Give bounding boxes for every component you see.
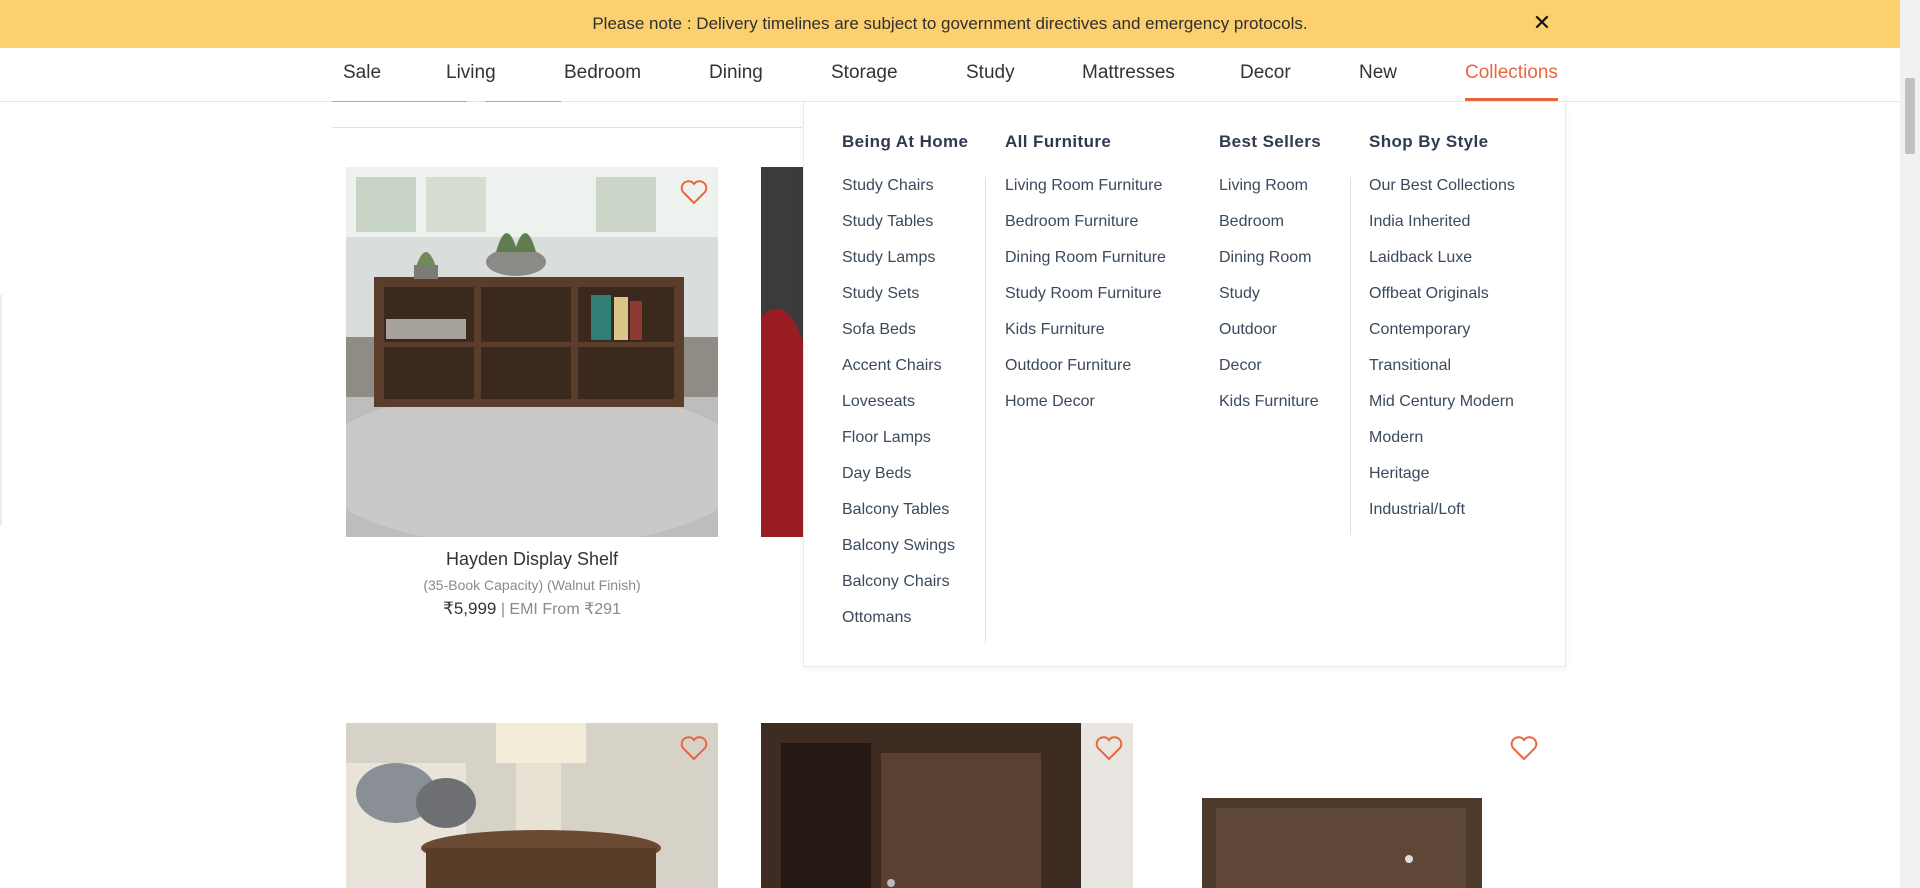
product-image[interactable] <box>761 723 1133 888</box>
menu-item[interactable]: Balcony Swings <box>842 536 968 572</box>
menu-column-title: Being At Home <box>842 132 969 151</box>
menu-item[interactable]: Study Sets <box>842 284 968 320</box>
product-subtitle: (35-Book Capacity) (Walnut Finish) <box>423 577 641 593</box>
nav-item-study[interactable]: Study <box>966 48 1015 101</box>
menu-item[interactable]: Outdoor <box>1219 320 1321 356</box>
menu-item[interactable]: Day Beds <box>842 464 968 500</box>
scrollbar-thumb[interactable] <box>1905 78 1915 154</box>
nav-item-bedroom[interactable]: Bedroom <box>564 48 641 101</box>
menu-item[interactable]: Floor Lamps <box>842 428 968 464</box>
menu-item[interactable]: Study Room Furniture <box>1005 284 1166 320</box>
menu-item[interactable]: Our Best Collections <box>1369 176 1515 212</box>
menu-item[interactable]: Living Room <box>1219 176 1321 212</box>
menu-list: Study Chairs Study Tables Study Lamps St… <box>842 176 968 644</box>
menu-item[interactable]: Transitional <box>1369 356 1515 392</box>
nav-item-living[interactable]: Living <box>446 48 496 101</box>
product-card[interactable] <box>1176 723 1548 888</box>
product-card[interactable] <box>346 723 718 888</box>
page-scrollbar[interactable] <box>1900 0 1920 888</box>
menu-item[interactable]: Bedroom Furniture <box>1005 212 1166 248</box>
menu-item[interactable]: Modern <box>1369 428 1515 464</box>
emi-text: | EMI From ₹291 <box>496 601 621 618</box>
menu-item[interactable]: Kids Furniture <box>1219 392 1321 428</box>
product-image[interactable] <box>1176 723 1548 888</box>
menu-list: Living Room Bedroom Dining Room Study Ou… <box>1219 176 1321 428</box>
price-value: ₹5,999 <box>443 599 497 618</box>
nav-item-storage[interactable]: Storage <box>831 48 898 101</box>
menu-item[interactable]: Ottomans <box>842 608 968 644</box>
collections-mega-menu: Being At Home Study Chairs Study Tables … <box>803 101 1566 667</box>
nav-item-new[interactable]: New <box>1359 48 1397 101</box>
menu-item[interactable]: Contemporary <box>1369 320 1515 356</box>
menu-item[interactable]: Balcony Chairs <box>842 572 968 608</box>
nav-item-decor[interactable]: Decor <box>1240 48 1291 101</box>
menu-item[interactable]: Study <box>1219 284 1321 320</box>
menu-list: Living Room Furniture Bedroom Furniture … <box>1005 176 1166 428</box>
filter-bar <box>332 101 802 128</box>
menu-column-being-at-home: Being At Home Study Chairs Study Tables … <box>842 132 968 644</box>
announcement-text: Please note : Delivery timelines are sub… <box>592 14 1308 33</box>
menu-item[interactable]: Decor <box>1219 356 1321 392</box>
menu-item[interactable]: Heritage <box>1369 464 1515 500</box>
wishlist-heart-icon[interactable] <box>1510 735 1538 761</box>
menu-item[interactable]: Sofa Beds <box>842 320 968 356</box>
menu-item[interactable]: Study Tables <box>842 212 968 248</box>
filter-divider <box>332 101 467 102</box>
product-image[interactable] <box>346 723 718 888</box>
main-nav: Sale Living Bedroom Dining Storage Study… <box>0 48 1900 102</box>
menu-item[interactable]: Study Lamps <box>842 248 968 284</box>
product-image[interactable] <box>346 167 718 537</box>
menu-column-best-sellers: Best Sellers Living Room Bedroom Dining … <box>1219 132 1321 428</box>
nav-item-sale[interactable]: Sale <box>343 48 381 101</box>
nav-item-dining[interactable]: Dining <box>709 48 763 101</box>
menu-divider <box>985 177 986 643</box>
menu-column-title: All Furniture <box>1005 132 1112 151</box>
menu-divider <box>1350 177 1351 535</box>
menu-column-title: Shop By Style <box>1369 132 1489 151</box>
menu-column-all-furniture: All Furniture Living Room Furniture Bedr… <box>1005 132 1166 428</box>
menu-list: Our Best Collections India Inherited Lai… <box>1369 176 1515 536</box>
wishlist-heart-icon[interactable] <box>680 735 708 761</box>
close-icon[interactable]: ✕ <box>1530 11 1554 35</box>
filter-divider <box>485 101 561 102</box>
menu-item[interactable]: Accent Chairs <box>842 356 968 392</box>
menu-item[interactable]: India Inherited <box>1369 212 1515 248</box>
menu-item[interactable]: Outdoor Furniture <box>1005 356 1166 392</box>
nav-item-collections[interactable]: Collections <box>1465 48 1558 101</box>
announcement-bar: Please note : Delivery timelines are sub… <box>0 0 1900 48</box>
side-tab <box>0 295 2 525</box>
wishlist-heart-icon[interactable] <box>680 179 708 205</box>
product-price: ₹5,999 | EMI From ₹291 <box>346 599 718 619</box>
menu-item[interactable]: Dining Room Furniture <box>1005 248 1166 284</box>
menu-item[interactable]: Loveseats <box>842 392 968 428</box>
menu-item[interactable]: Laidback Luxe <box>1369 248 1515 284</box>
menu-item[interactable]: Dining Room <box>1219 248 1321 284</box>
menu-column-shop-by-style: Shop By Style Our Best Collections India… <box>1369 132 1515 536</box>
menu-item[interactable]: Bedroom <box>1219 212 1321 248</box>
nav-item-mattresses[interactable]: Mattresses <box>1082 48 1175 101</box>
menu-column-title: Best Sellers <box>1219 132 1322 151</box>
menu-item[interactable]: Home Decor <box>1005 392 1166 428</box>
product-card[interactable] <box>761 723 1133 888</box>
product-name[interactable]: Hayden Display Shelf <box>346 549 718 570</box>
menu-item[interactable]: Offbeat Originals <box>1369 284 1515 320</box>
menu-item[interactable]: Industrial/Loft <box>1369 500 1515 536</box>
wishlist-heart-icon[interactable] <box>1095 735 1123 761</box>
menu-item[interactable]: Balcony Tables <box>842 500 968 536</box>
menu-item[interactable]: Study Chairs <box>842 176 968 212</box>
menu-item[interactable]: Mid Century Modern <box>1369 392 1515 428</box>
menu-item[interactable]: Living Room Furniture <box>1005 176 1166 212</box>
menu-item[interactable]: Kids Furniture <box>1005 320 1166 356</box>
